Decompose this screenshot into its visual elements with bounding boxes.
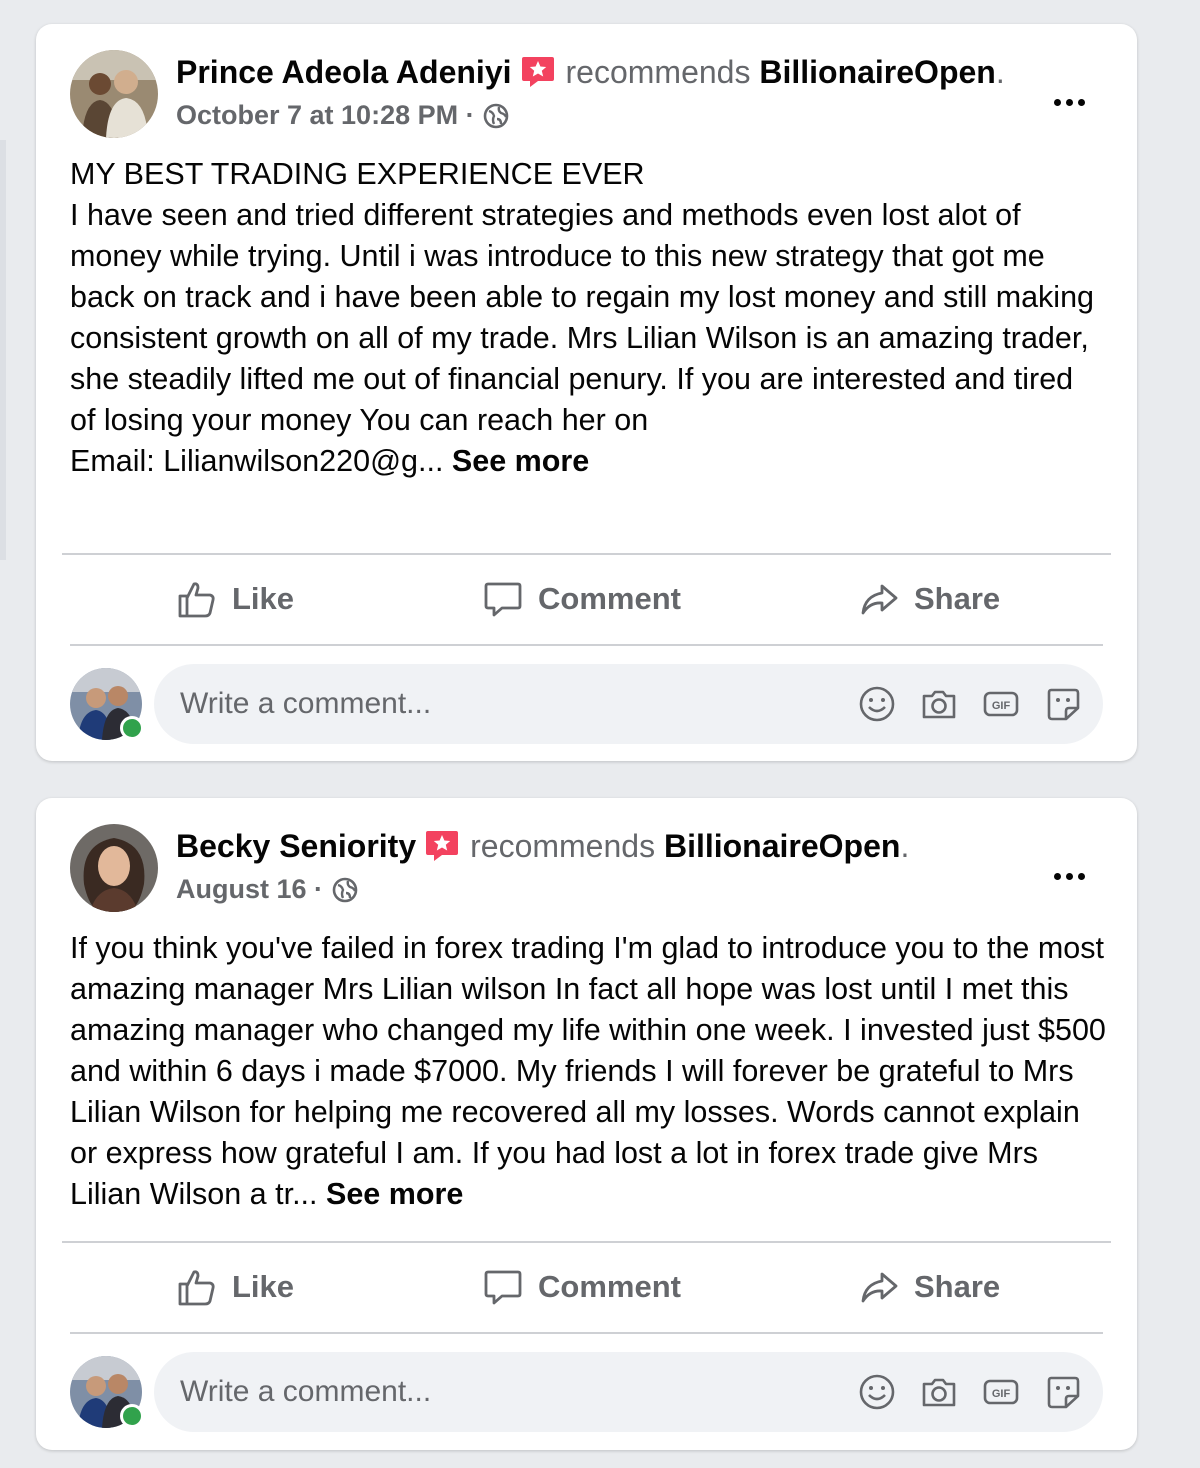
- see-more-link[interactable]: See more: [452, 444, 589, 478]
- post-header: Becky Seniority recommends BillionaireOpe…: [70, 824, 1107, 914]
- post-header: Prince Adeola Adeniyi recommends Billiona…: [70, 50, 1107, 140]
- like-button[interactable]: Like: [176, 1243, 294, 1331]
- svg-text:GIF: GIF: [992, 700, 1011, 712]
- share-label: Share: [914, 1269, 1001, 1304]
- like-label: Like: [232, 1269, 295, 1304]
- online-status-dot: [120, 1404, 144, 1428]
- post-text-line: Email: Lilianwilson220@g...: [70, 444, 444, 478]
- post-card: Becky Seniority recommends BillionaireOpe…: [36, 798, 1137, 1450]
- share-arrow-icon: [861, 1272, 898, 1303]
- comment-label: Comment: [538, 581, 681, 616]
- sticker-icon[interactable]: [1043, 684, 1083, 724]
- period: .: [900, 828, 910, 864]
- smiley-icon[interactable]: [857, 684, 897, 724]
- left-scroll-edge: [0, 140, 6, 560]
- comment-button[interactable]: Comment: [482, 1243, 681, 1331]
- gif-icon[interactable]: GIF: [981, 1372, 1021, 1412]
- meta-separator: ·: [465, 100, 475, 130]
- post-text: MY BEST TRADING EXPERIENCE EVER I have s…: [70, 154, 1107, 482]
- post-meta: August 16 ·: [176, 872, 359, 906]
- camera-icon[interactable]: [919, 684, 959, 724]
- comment-button[interactable]: Comment: [482, 555, 681, 643]
- online-status-dot: [120, 716, 144, 740]
- thumbs-up-icon: [178, 1270, 215, 1306]
- comment-input[interactable]: [154, 673, 857, 735]
- sticker-icon[interactable]: [1043, 1372, 1083, 1412]
- page-link[interactable]: BillionaireOpen: [664, 828, 900, 864]
- comment-box: GIF: [154, 664, 1103, 744]
- author-line: Becky Seniority recommends BillionaireOpe…: [176, 826, 909, 866]
- post-actions: Like Comment Share: [70, 555, 1103, 643]
- author-avatar[interactable]: [70, 50, 158, 138]
- more-options-icon[interactable]: [1047, 862, 1091, 890]
- share-label: Share: [914, 581, 1001, 616]
- post-meta: October 7 at 10:28 PM ·: [176, 98, 510, 132]
- recommends-text: recommends: [565, 54, 751, 90]
- share-button[interactable]: Share: [858, 555, 1000, 643]
- period: .: [995, 54, 1005, 90]
- speech-bubble-icon: [484, 582, 522, 617]
- divider: [70, 644, 1103, 646]
- author-name[interactable]: Prince Adeola Adeniyi: [176, 54, 512, 90]
- page-link[interactable]: BillionaireOpen: [759, 54, 995, 90]
- meta-separator: ·: [314, 874, 324, 904]
- comment-tools: GIF: [857, 1372, 1103, 1412]
- current-user-avatar[interactable]: [70, 668, 144, 740]
- post-card: Prince Adeola Adeniyi recommends Billiona…: [36, 24, 1137, 761]
- post-timestamp[interactable]: August 16: [176, 874, 307, 904]
- star-badge-icon: [424, 829, 460, 863]
- speech-bubble-icon: [484, 1270, 522, 1305]
- star-badge-icon: [520, 55, 556, 89]
- post-text: If you think you've failed in forex trad…: [70, 928, 1107, 1215]
- divider: [70, 1332, 1103, 1334]
- smiley-icon[interactable]: [857, 1372, 897, 1412]
- comment-tools: GIF: [857, 684, 1103, 724]
- share-button[interactable]: Share: [858, 1243, 1000, 1331]
- thumbs-up-icon: [178, 582, 215, 618]
- comment-label: Comment: [538, 1269, 681, 1304]
- globe-icon: [331, 876, 359, 904]
- current-user-avatar[interactable]: [70, 1356, 144, 1428]
- post-text-line: MY BEST TRADING EXPERIENCE EVER: [70, 157, 645, 191]
- post-text-line: I have seen and tried different strategi…: [70, 198, 1095, 437]
- more-options-icon[interactable]: [1047, 88, 1091, 116]
- comment-composer: GIF: [70, 664, 1103, 744]
- author-line: Prince Adeola Adeniyi recommends Billiona…: [176, 52, 1005, 92]
- comment-composer: GIF: [70, 1352, 1103, 1432]
- globe-icon: [482, 102, 510, 130]
- comment-box: GIF: [154, 1352, 1103, 1432]
- gif-icon[interactable]: GIF: [981, 684, 1021, 724]
- post-actions: Like Comment Share: [70, 1243, 1103, 1331]
- post-text-line: If you think you've failed in forex trad…: [70, 931, 1106, 1211]
- see-more-link[interactable]: See more: [326, 1177, 463, 1211]
- like-label: Like: [232, 581, 295, 616]
- author-avatar[interactable]: [70, 824, 158, 912]
- recommends-text: recommends: [470, 828, 656, 864]
- camera-icon[interactable]: [919, 1372, 959, 1412]
- svg-text:GIF: GIF: [992, 1388, 1011, 1400]
- author-name[interactable]: Becky Seniority: [176, 828, 416, 864]
- post-timestamp[interactable]: October 7 at 10:28 PM: [176, 100, 458, 130]
- share-arrow-icon: [861, 584, 898, 615]
- like-button[interactable]: Like: [176, 555, 294, 643]
- comment-input[interactable]: [154, 1361, 857, 1423]
